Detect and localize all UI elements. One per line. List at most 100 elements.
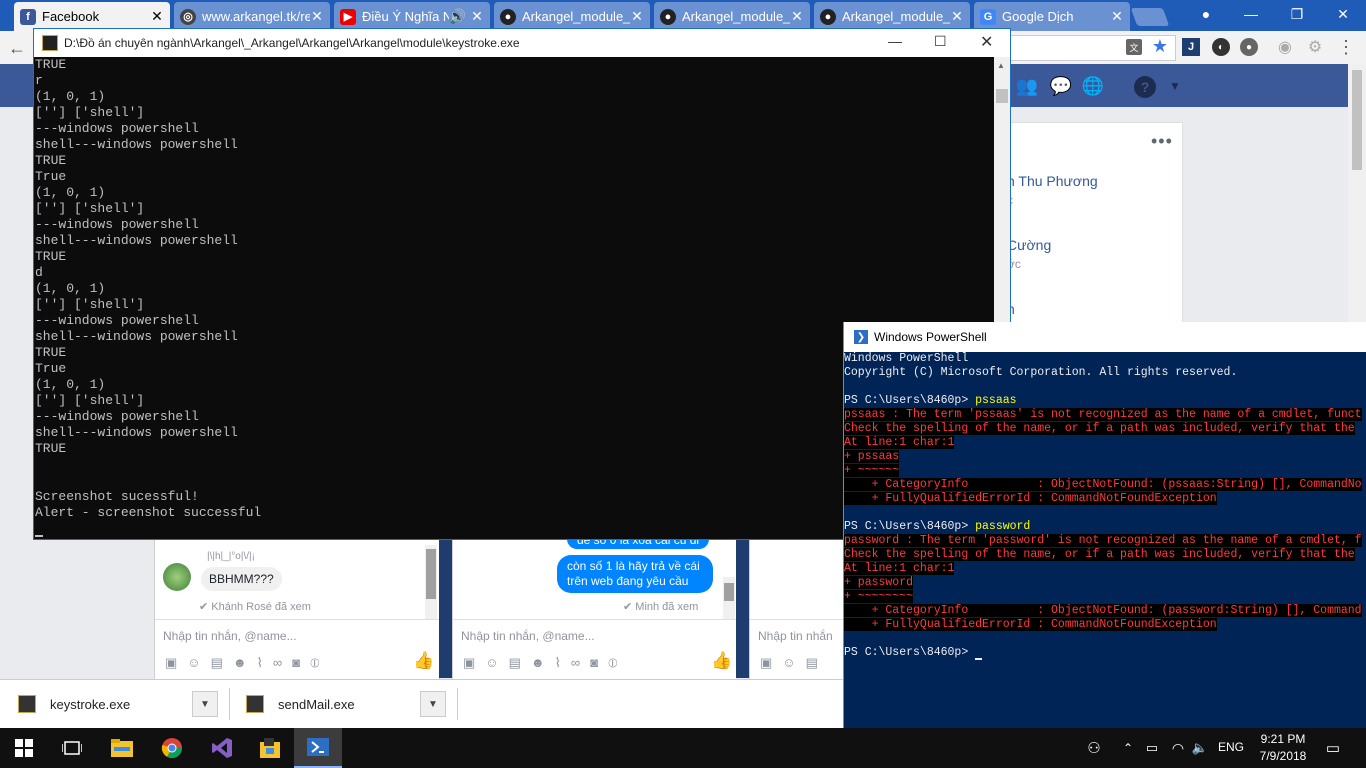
close-icon[interactable]: ✕	[790, 8, 804, 25]
battery-icon[interactable]: ▭	[1142, 738, 1162, 758]
maximize-icon[interactable]: ☐	[934, 33, 947, 50]
tab-arkangel[interactable]: ◎ www.arkangel.tk/re ✕	[174, 2, 330, 31]
close-icon[interactable]: ✕	[950, 8, 964, 25]
friend-name[interactable]: n Thu Phương	[1007, 173, 1098, 189]
back-arrow-icon[interactable]: ←	[6, 37, 28, 59]
extension-grey-icon[interactable]: ◉	[1276, 38, 1294, 56]
powershell-error-text: + ~~~~~~	[844, 464, 900, 477]
chat-scrollbar[interactable]	[425, 545, 437, 619]
maximize-icon[interactable]: ❐	[1274, 0, 1320, 28]
seen-text: Khánh Rosé đã xem	[211, 601, 311, 613]
extension-circle-icon[interactable]: ◐	[1212, 38, 1230, 56]
sticker-icon[interactable]: ☺	[187, 655, 200, 671]
chrome-icon[interactable]	[148, 728, 196, 768]
clock-time[interactable]: 9:21 PM	[1258, 732, 1308, 746]
link-icon[interactable]: ∞	[273, 655, 282, 671]
action-center-icon[interactable]: ▭	[1322, 738, 1344, 758]
chevron-down-icon[interactable]: ▼	[420, 691, 446, 717]
sticker-icon[interactable]: ☺	[485, 655, 498, 671]
volume-icon[interactable]: 🔈	[1190, 738, 1210, 758]
poll-icon[interactable]: ⦶	[310, 655, 319, 671]
tab-github-3[interactable]: ● Arkangel_module_ ✕	[814, 2, 970, 31]
friend-name[interactable]: Cường	[1007, 237, 1051, 253]
page-scrollbar[interactable]	[1348, 64, 1366, 322]
minimize-icon[interactable]: —	[888, 33, 902, 49]
emoji-icon[interactable]: ☻	[233, 655, 247, 671]
console-scrollbar-thumb[interactable]	[996, 89, 1008, 103]
extension-j-icon[interactable]: J	[1182, 38, 1200, 56]
close-icon[interactable]: ✕	[470, 8, 484, 25]
tab-github-2[interactable]: ● Arkangel_module_ ✕	[654, 2, 810, 31]
like-icon[interactable]: 👍	[413, 651, 434, 671]
gif-icon[interactable]: ▤	[211, 655, 223, 671]
tab-facebook[interactable]: f Facebook ✕	[14, 2, 170, 31]
chat-toolbar: ▣ ☺ ▤ ☻ ⌇ ∞ ◙ ⦶	[165, 655, 320, 671]
file-explorer-icon[interactable]	[98, 728, 146, 768]
photo-icon[interactable]: ▣	[760, 655, 772, 671]
tab-github-1[interactable]: ● Arkangel_module_ ✕	[494, 2, 650, 31]
page-scrollbar-thumb[interactable]	[1352, 70, 1362, 170]
photo-icon[interactable]: ▣	[165, 655, 177, 671]
chevron-up-icon[interactable]: ⌃	[1120, 738, 1136, 758]
new-tab-button[interactable]	[1130, 8, 1170, 26]
visual-studio-icon[interactable]	[198, 728, 246, 768]
close-window-icon[interactable]: ✕	[1320, 0, 1366, 28]
link-icon[interactable]: ∞	[571, 655, 580, 671]
close-icon[interactable]: ✕	[630, 8, 644, 25]
close-icon[interactable]: ✕	[1110, 8, 1124, 25]
emoji-icon[interactable]: ☻	[531, 655, 545, 671]
people-icon[interactable]: ⚇	[1084, 738, 1104, 758]
powershell-output[interactable]: Windows PowerShell Copyright (C) Microsof…	[844, 352, 1366, 728]
sticker-icon[interactable]: ☺	[782, 655, 795, 671]
console-line: shell---windows powershell	[35, 233, 238, 248]
message-input[interactable]: Nhập tin nhắn	[758, 629, 833, 643]
star-icon[interactable]: ★	[1150, 36, 1170, 56]
chat-scrollbar[interactable]	[723, 577, 735, 619]
message-input[interactable]: Nhập tin nhắn, @name...	[461, 629, 595, 643]
camera-icon[interactable]: ◙	[590, 655, 598, 671]
photo-icon[interactable]: ▣	[463, 655, 475, 671]
close-icon[interactable]: ✕	[310, 8, 324, 25]
extension-dot-icon[interactable]: ●	[1240, 38, 1258, 56]
download-item[interactable]: sendMail.exe ▼	[246, 688, 446, 720]
attach-icon[interactable]: ⌇	[555, 655, 561, 671]
like-icon[interactable]: 👍	[711, 651, 732, 671]
chrome-menu-icon[interactable]: ⋮	[1336, 36, 1356, 58]
chat-scrollbar-thumb[interactable]	[724, 583, 734, 601]
translate-icon[interactable]: 文	[1126, 39, 1142, 55]
extension-gear-icon[interactable]: ⚙	[1306, 38, 1324, 56]
message-input[interactable]: Nhập tin nhắn, @name...	[163, 629, 297, 643]
powershell-taskbar-icon[interactable]	[294, 728, 342, 768]
wifi-icon[interactable]: ◠	[1168, 738, 1188, 758]
camera-icon[interactable]: ◙	[292, 655, 300, 671]
powershell-titlebar[interactable]: ❯ Windows PowerShell	[844, 322, 1366, 352]
user-profile-icon[interactable]: ●	[1196, 4, 1216, 24]
speaker-icon[interactable]: 🔊	[449, 8, 466, 25]
close-icon[interactable]: ✕	[980, 32, 993, 52]
more-options-icon[interactable]: •••	[1151, 131, 1173, 152]
task-view-icon[interactable]	[48, 728, 96, 768]
console-titlebar[interactable]: D:\Đồ án chuyên ngành\Arkangel\_Arkangel…	[34, 29, 1010, 57]
minimize-icon[interactable]: —	[1228, 0, 1274, 28]
scroll-up-icon[interactable]: ▲	[997, 61, 1005, 70]
messenger-icon[interactable]: 💬	[1050, 76, 1072, 96]
tab-youtube[interactable]: ▶ Điều Ý Nghĩa N 🔊 ✕	[334, 2, 490, 31]
close-icon[interactable]: ✕	[150, 8, 164, 25]
avatar[interactable]	[163, 563, 191, 591]
language-indicator[interactable]: ENG	[1218, 740, 1244, 754]
account-menu-caret-icon[interactable]: ▼	[1166, 78, 1184, 94]
chat-scrollbar-thumb[interactable]	[426, 549, 436, 599]
windows-start-icon[interactable]	[0, 728, 48, 768]
clock-date[interactable]: 7/9/2018	[1254, 749, 1312, 763]
attach-icon[interactable]: ⌇	[257, 655, 263, 671]
gif-icon[interactable]: ▤	[806, 655, 818, 671]
friends-icon[interactable]: 👥	[1014, 76, 1040, 96]
exe-app-icon[interactable]	[246, 728, 294, 768]
chevron-down-icon[interactable]: ▼	[192, 691, 218, 717]
download-item[interactable]: keystroke.exe ▼	[18, 688, 218, 720]
poll-icon[interactable]: ⦶	[608, 655, 617, 671]
notifications-globe-icon[interactable]: 🌐	[1082, 76, 1104, 96]
help-icon[interactable]: ?	[1134, 76, 1156, 98]
tab-google-translate[interactable]: G Google Dịch ✕	[974, 2, 1130, 31]
gif-icon[interactable]: ▤	[509, 655, 521, 671]
